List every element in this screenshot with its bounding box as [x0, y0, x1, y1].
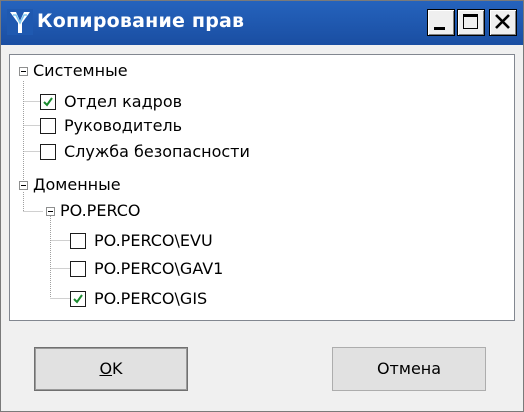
checkbox-po-perco-gav1[interactable] [70, 261, 86, 277]
maximize-icon [463, 14, 478, 29]
checkbox-sluzhba-bezopasnosti[interactable] [40, 144, 56, 160]
checkmark-icon [73, 294, 83, 304]
cancel-button[interactable]: Отмена [332, 347, 486, 391]
tree-item-otdel-kadrov[interactable]: Отдел кадров [64, 92, 182, 112]
close-button[interactable] [489, 9, 517, 36]
dialog-footer: OK Отмена [1, 329, 523, 411]
checkbox-rukovoditel[interactable] [40, 118, 56, 134]
ok-mnemonic: O [99, 359, 113, 378]
expander-domennye[interactable] [19, 181, 28, 190]
title-bar[interactable]: Копирование прав [1, 1, 523, 45]
window-title: Копирование прав [37, 10, 245, 32]
tree-item-sluzhba-bezopasnosti[interactable]: Служба безопасности [64, 142, 250, 162]
minimize-button[interactable] [427, 9, 455, 36]
ok-button[interactable]: OK [34, 347, 188, 391]
tree-item-po-perco-evu[interactable]: PO.PERCO\EVU [94, 231, 213, 251]
tree-item-rukovoditel[interactable]: Руководитель [64, 116, 182, 136]
close-icon [495, 14, 510, 29]
tree-item-po-perco-gis[interactable]: PO.PERCO\GIS [94, 289, 207, 309]
expander-sistemnye[interactable] [19, 67, 28, 76]
perco-logo-icon [7, 9, 33, 35]
checkmark-icon [43, 97, 53, 107]
maximize-button[interactable] [457, 9, 485, 36]
expander-po-perco[interactable] [46, 207, 55, 216]
minimize-icon [434, 27, 445, 30]
tree-group-domennye[interactable]: Доменные [33, 175, 121, 195]
ok-label-rest: K [112, 359, 123, 378]
checkbox-po-perco-evu[interactable] [70, 233, 86, 249]
checkbox-otdel-kadrov[interactable] [40, 94, 56, 110]
tree-group-sistemnye[interactable]: Системные [33, 61, 128, 81]
rights-tree[interactable]: Системные Отдел кадров Руководитель Служ… [9, 54, 515, 321]
tree-item-po-perco-gav1[interactable]: PO.PERCO\GAV1 [94, 259, 223, 279]
copy-rights-dialog: Копирование прав Системные Отдел кадров … [0, 0, 524, 412]
tree-subgroup-po-perco[interactable]: PO.PERCO [60, 201, 141, 221]
checkbox-po-perco-gis[interactable] [70, 291, 86, 307]
